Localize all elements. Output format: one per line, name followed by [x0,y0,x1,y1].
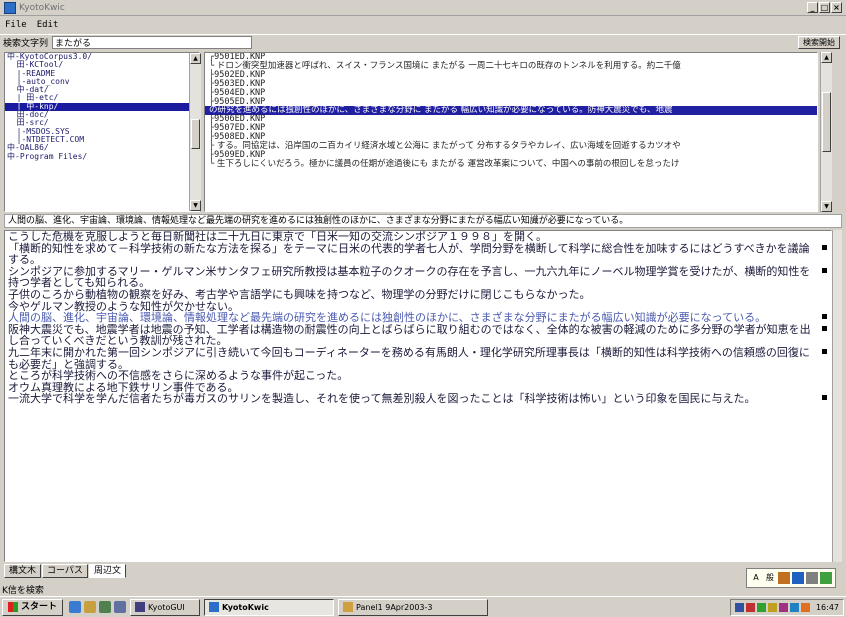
tree-scrollbar[interactable]: ▲ ▼ [189,53,201,211]
kwic-file-row[interactable]: ├9502ED.KNP [205,70,817,80]
browser-icon[interactable] [69,601,82,613]
task-panel[interactable]: Panel1 9Apr2003-3 [338,598,489,616]
start-label: スタート [21,601,58,612]
search-start-button[interactable]: 検索開始 [798,36,840,49]
sentence-text: 阪神大震災でも、地震学者は地震の予知、工学者は構造物の耐震性の向上とばらばらに取… [8,322,811,348]
clock: 16:47 [815,603,839,612]
document-sentence: 九二年末に開かれた第一回シンポジアに引き続いて今回もコーディネーターを務める有馬… [5,347,831,370]
outlook-icon[interactable] [84,601,97,613]
app-icon [4,1,16,14]
scroll-down-arrow-icon[interactable]: ▼ [190,200,201,211]
task-label: KyotoKwic [222,602,269,612]
folder-icon [343,602,354,612]
tree-item[interactable]: 中-Program Files/ [5,152,199,161]
document-scrollbar[interactable] [832,230,842,562]
kwic-hit-row[interactable]: └ ドロン衝突型加速器と呼ばれ、スイス・フランス国境に またがる 一周二十七キロ… [205,62,817,71]
document-sentence: 一流大学で科学を学んだ信者たちが毒ガスのサリンを製造し、それを使って無差別殺人を… [5,393,831,405]
quick-launch [69,601,127,613]
scroll-up-arrow-icon[interactable]: ▲ [821,52,832,63]
sentence-marker-icon [822,325,827,331]
kwic-file-row[interactable]: ├9503ED.KNP [205,79,817,89]
kwic-file-row[interactable]: ├9504ED.KNP [205,88,817,98]
sentence-marker-icon [822,314,827,320]
tab-2[interactable]: 周辺文 [88,564,126,578]
ime-settings-icon[interactable] [820,572,832,584]
window-title: KyotoKwic [19,2,65,13]
ime-help-icon[interactable] [806,572,818,584]
taskbar: スタート KyotoGUI KyotoKwic Panel1 9Apr2003-… [0,596,846,617]
sentence-text: 九二年末に開かれた第一回シンポジアに引き続いて今回もコーディネーターを務める有馬… [8,345,810,371]
start-button[interactable]: スタート [2,598,64,616]
search-input[interactable] [52,36,253,49]
tab-1[interactable]: コーパス [42,564,88,578]
tray-app-icon[interactable] [778,603,788,612]
window-icon [135,602,146,612]
task-kyotokwic[interactable]: KyotoKwic [204,598,335,616]
kwic-hit-row[interactable]: の研究を進めるには独創性のほかに、さまざまな分野に またがる 幅広い知識が必要に… [205,106,817,116]
kwic-file-row[interactable]: ├9507ED.KNP [205,124,817,133]
status-text: K信を検索 [2,586,44,596]
kwic-file-row[interactable]: ├9506ED.KNP [205,115,817,124]
system-tray: 16:47 [729,599,844,616]
ime-mode-icon[interactable]: A [750,572,762,584]
sentence-text: 「横断的知性を求めて－科学技術の新たな方法を探る」をテーマに日米の代表的学者七人… [8,241,810,267]
tray-app-icon[interactable] [789,603,799,612]
sentence-marker-icon [822,348,827,354]
task-label: KyotoGUI [148,602,185,612]
sentence-marker-icon [822,244,827,250]
document-view[interactable]: こうした危機を克服しようと毎日新聞社は二十九日に東京で「日米一知の交流シンポジア… [4,230,832,562]
menu-bar: File Edit [0,17,846,33]
document-sentence: 阪神大震災でも、地震学者は地震の予知、工学者は構造物の耐震性の向上とばらばらに取… [5,324,831,347]
title-bar: KyotoKwic _ □ × [0,0,846,16]
search-label: 検索文字列 [3,39,49,49]
ime-pad-icon[interactable] [792,572,804,584]
minimize-button[interactable]: _ [807,2,818,13]
task-kyotogui[interactable]: KyotoGUI [130,598,201,616]
ime-tools-icon[interactable] [778,572,790,584]
document-sentence: シンポジアに参加するマリー・ゲルマン米サンタフェ研究所教授は基本粒子のクオークの… [5,266,831,289]
document-sentence: 「横断的知性を求めて－科学技術の新たな方法を探る」をテーマに日米の代表的学者七人… [5,241,831,267]
kwic-hit-row[interactable]: ├ する。同協定は、沿岸国の二百カイリ経済水域と公海に またがって 分布するタラ… [205,142,817,151]
kwic-results-list[interactable]: ┌9501ED.KNP └ ドロン衝突型加速器と呼ばれ、スイス・フランス国境に … [204,52,818,212]
maximize-button[interactable]: □ [819,2,830,13]
desktop-icon[interactable] [99,601,112,613]
kwic-scrollbar[interactable]: ▲ ▼ [820,52,832,212]
media-icon[interactable] [114,601,127,613]
tab-0[interactable]: 構文木 [4,564,42,578]
menu-edit[interactable]: Edit [32,20,64,30]
menu-file[interactable]: File [0,20,32,30]
sentence-text: 一流大学で科学を学んだ信者たちが毒ガスのサリンを製造し、それを使って無差別殺人を… [8,392,756,406]
kwic-hit-row[interactable]: └ 生下ろしにくいだろう。極かに議員の任期が途過後にも またがる 運営改革案につ… [205,159,817,169]
volume-icon[interactable] [756,603,766,612]
tree-scroll-thumb[interactable] [191,119,200,149]
scroll-up-arrow-icon[interactable]: ▲ [190,53,201,64]
window-controls: _ □ × [807,2,842,13]
ime-toolbar: A 般 [746,568,836,588]
sentence-text: シンポジアに参加するマリー・ゲルマン米サンタフェ研究所教授は基本粒子のクオークの… [8,264,811,290]
sentence-marker-icon [822,267,827,273]
directory-tree[interactable]: 中-KyotoCorpus3.0/ 田-KCTool/ |-README |-a… [4,52,200,212]
network-icon[interactable] [734,603,744,612]
antivirus-icon[interactable] [745,603,755,612]
tray-app-icon[interactable] [800,603,810,612]
sentence-marker-icon [822,395,827,401]
context-line: 人間の脳、進化、宇宙論、環境論、情報処理など最先端の研究を進めるには独創性のほか… [4,214,842,228]
kwic-scroll-thumb[interactable] [822,92,831,152]
windows-logo-icon [8,602,18,612]
close-button[interactable]: × [831,2,842,13]
view-tabs: 構文木 コーパス 周辺文 [4,564,126,578]
task-label: Panel1 9Apr2003-3 [356,602,433,612]
window-icon [209,602,220,612]
scroll-down-arrow-icon[interactable]: ▼ [821,201,832,212]
search-bar: 検索文字列 検索開始 [0,34,846,50]
ime-kanji-icon[interactable]: 般 [764,572,776,584]
pen-icon[interactable] [767,603,777,612]
